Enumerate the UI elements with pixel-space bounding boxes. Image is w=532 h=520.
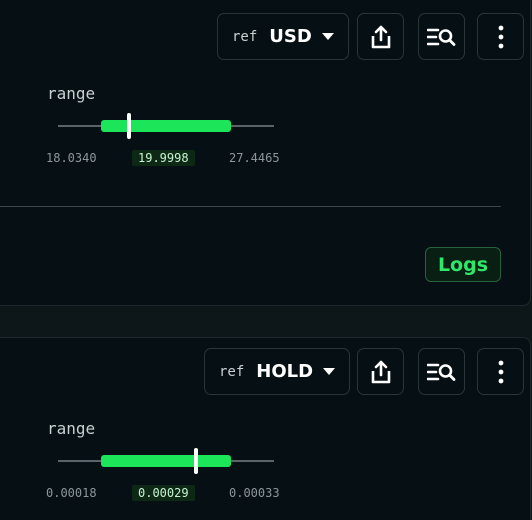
ref-prefix-label: ref [219,363,245,380]
range-current-value: 19.9998 [132,150,195,166]
app-root: ref USD range 18.0340 19.9998 27.4465 Lo… [0,0,532,520]
ref-currency-select[interactable]: ref HOLD [204,348,351,395]
caret-down-icon [323,368,336,375]
list-search-icon [426,363,455,381]
share-button[interactable] [357,348,404,395]
range-current-marker [127,113,132,139]
more-vertical-icon [498,25,503,48]
range-min-value: 0.00018 [46,486,97,500]
section-divider [0,206,501,207]
more-options-button[interactable] [477,348,524,395]
range-label: range [47,419,96,438]
share-button[interactable] [357,13,404,60]
list-search-button[interactable] [418,348,465,395]
ref-currency-value: HOLD [256,361,314,382]
range-current-value: 0.00029 [132,485,195,501]
logs-button[interactable]: Logs [425,247,501,282]
caret-down-icon [321,33,334,40]
ref-currency-value: USD [269,26,312,47]
share-icon [371,25,390,48]
range-fill [101,120,231,132]
range-max-value: 27.4465 [229,151,280,165]
more-options-button[interactable] [477,13,524,60]
range-fill [101,455,231,467]
range-label: range [47,84,96,103]
share-icon [371,360,390,383]
range-max-value: 0.00033 [229,486,280,500]
ref-currency-select[interactable]: ref USD [217,13,349,60]
range-current-marker [194,448,199,474]
more-vertical-icon [498,360,503,383]
list-search-icon [426,28,455,46]
range-min-value: 18.0340 [46,151,97,165]
list-search-button[interactable] [418,13,465,60]
ref-prefix-label: ref [232,28,258,45]
